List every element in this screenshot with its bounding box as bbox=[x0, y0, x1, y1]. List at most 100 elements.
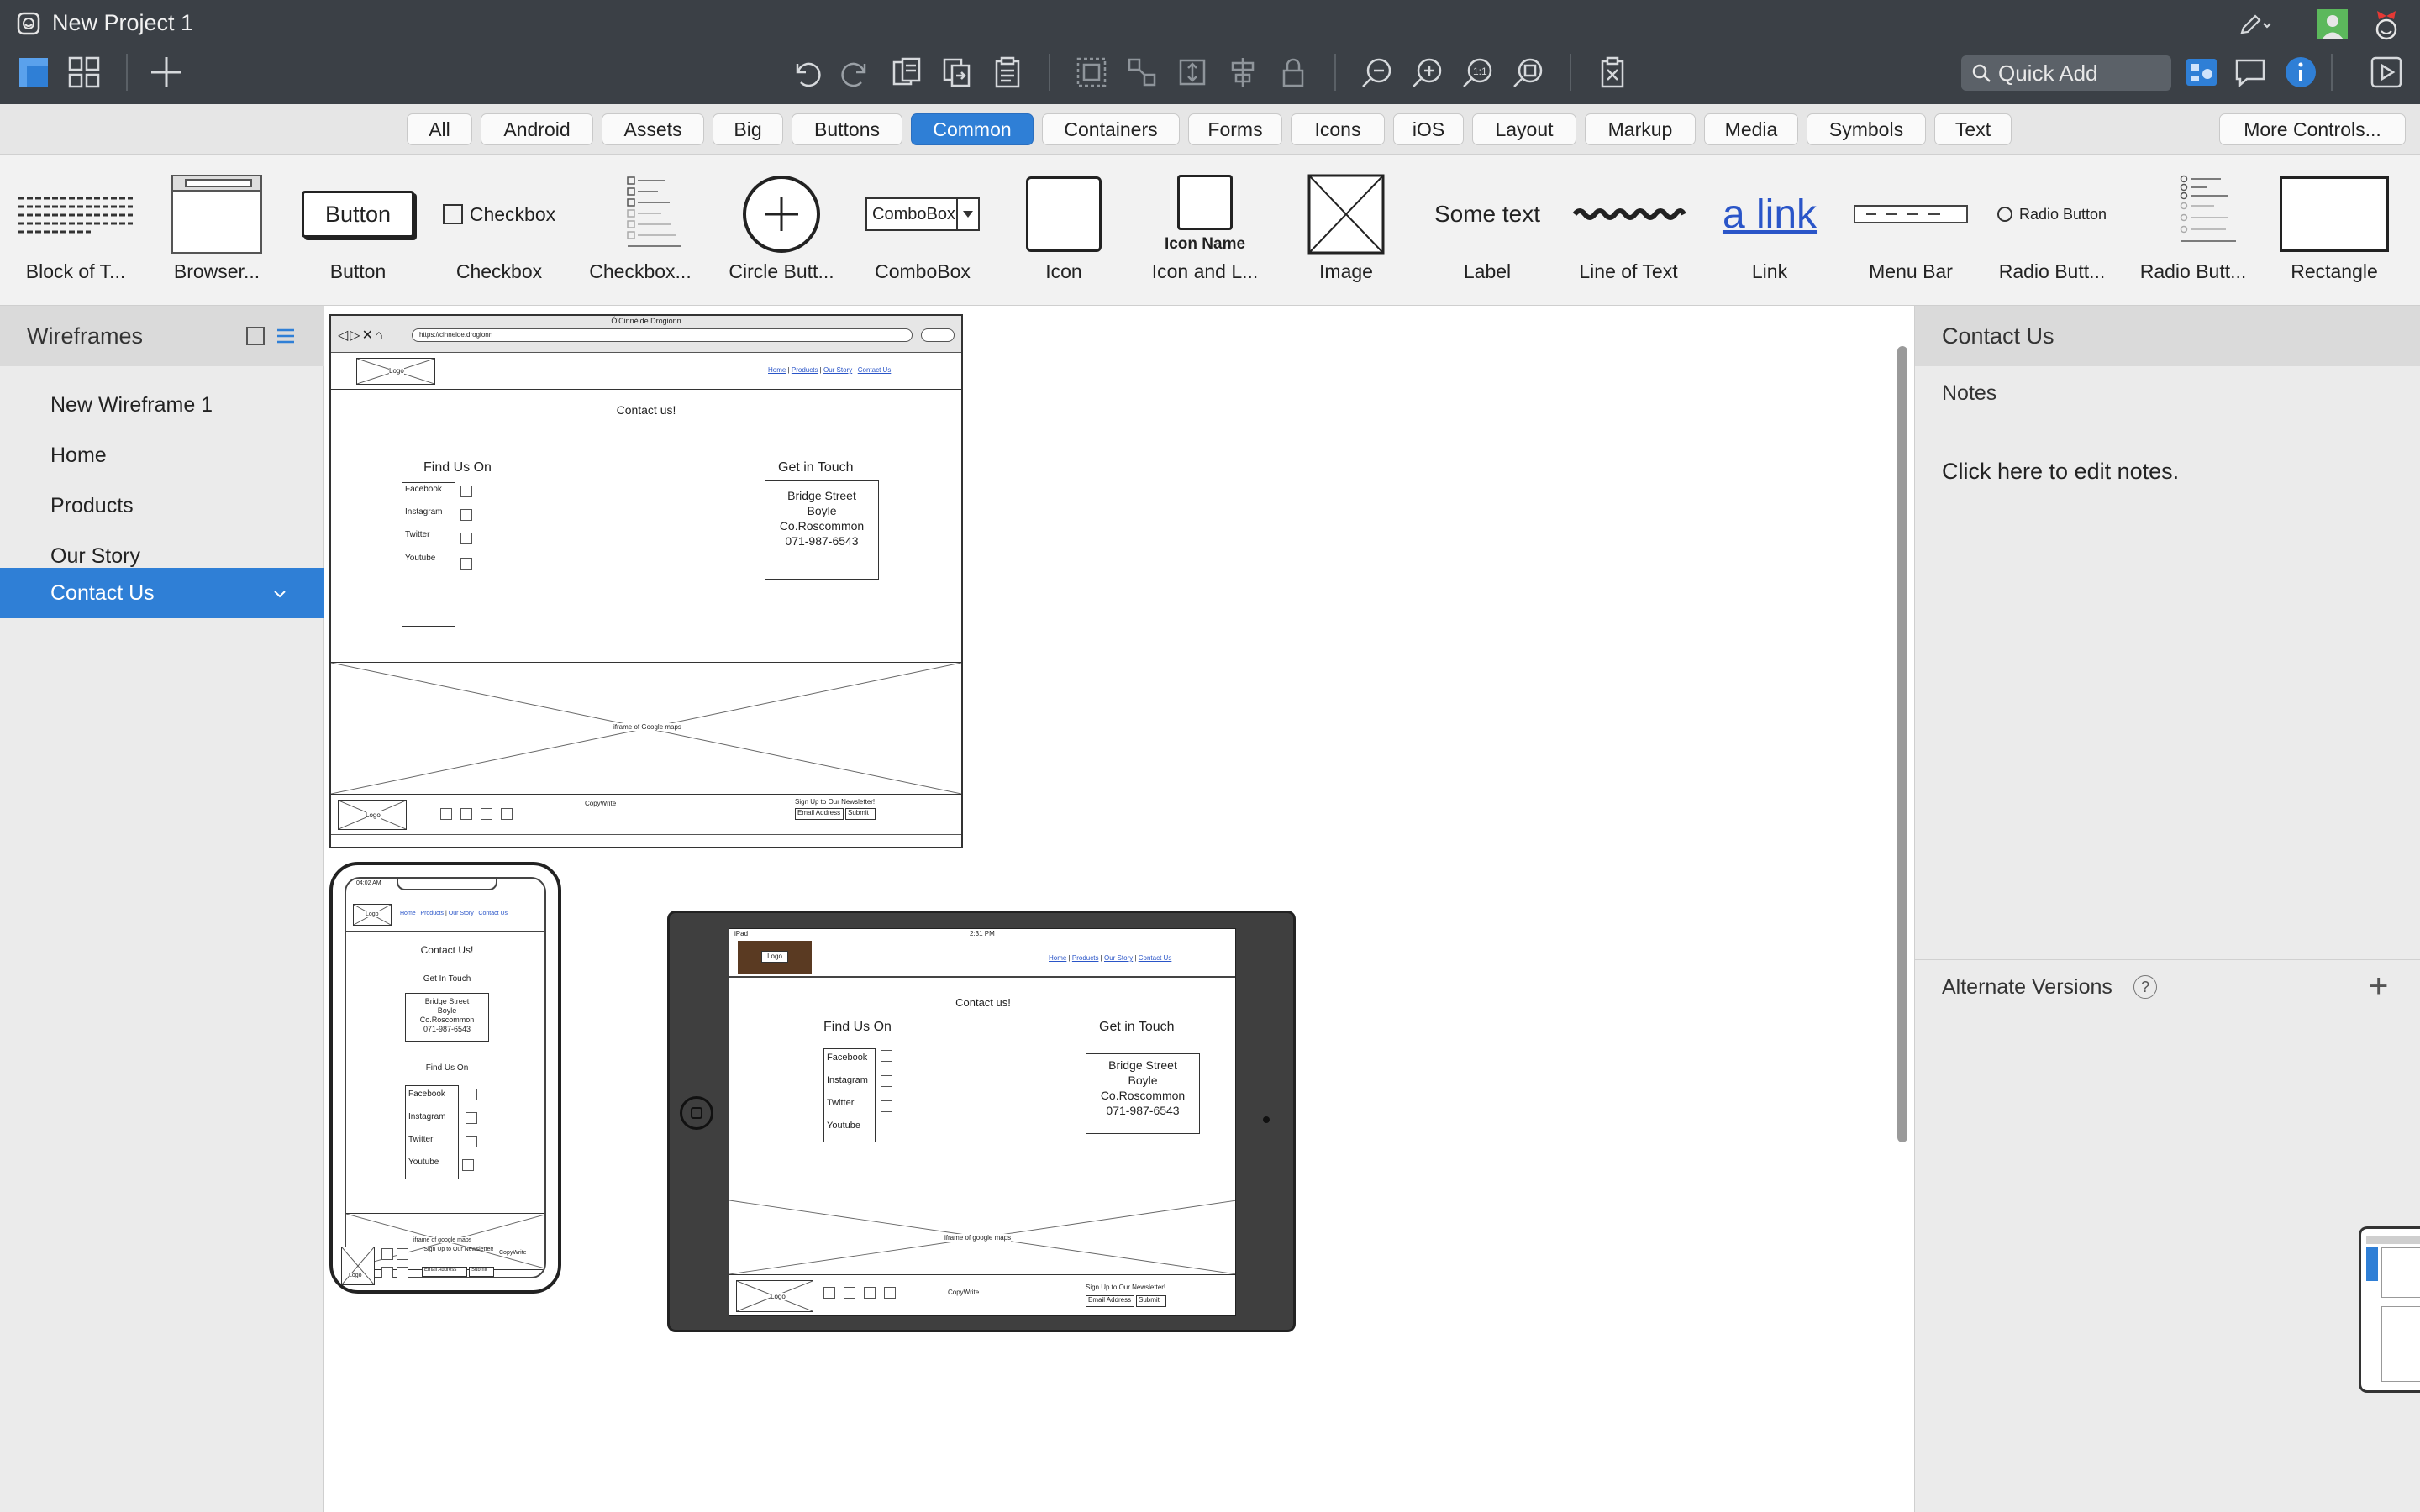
duplicate-icon[interactable] bbox=[939, 54, 975, 91]
add-wireframe-icon[interactable] bbox=[148, 54, 185, 91]
control-radio-button[interactable]: Radio Button Radio Butt... bbox=[1981, 155, 2123, 306]
zoom-fit-icon[interactable] bbox=[1511, 54, 1546, 91]
resize-icon[interactable] bbox=[1175, 54, 1210, 91]
redo-icon[interactable] bbox=[839, 54, 874, 91]
wireframe-item[interactable]: New Wireframe 1 bbox=[0, 380, 324, 430]
present-icon[interactable] bbox=[2368, 54, 2405, 91]
address-box: Bridge Street Boyle Co.Roscommon 071-987-65… bbox=[405, 993, 489, 1042]
copyright-text: CopyWrite bbox=[585, 800, 617, 807]
control-icon[interactable]: Icon bbox=[993, 155, 1134, 306]
chevron-down-icon[interactable] bbox=[271, 586, 289, 601]
wireframes-panel: Wireframes New Wireframe 1 Home Products… bbox=[0, 306, 324, 1512]
control-menu-bar[interactable]: Menu Bar bbox=[1840, 155, 1981, 306]
tab-layout[interactable]: Layout bbox=[1472, 113, 1576, 145]
zoom-in-icon[interactable] bbox=[1410, 54, 1445, 91]
control-label: Browser... bbox=[173, 260, 260, 282]
wireframe-item-selected[interactable]: Contact Us bbox=[0, 568, 324, 618]
wireframe-canvas[interactable]: Ó'Cinnéide Drogionn ◁▷✕⌂ https://cinneid… bbox=[324, 306, 1914, 1512]
ungroup-icon[interactable] bbox=[1124, 54, 1160, 91]
wireframe-item[interactable]: Products bbox=[0, 480, 324, 531]
more-controls-button[interactable]: More Controls... bbox=[2219, 113, 2406, 145]
desktop-browser-mockup[interactable]: Ó'Cinnéide Drogionn ◁▷✕⌂ https://cinneid… bbox=[329, 314, 963, 848]
tab-big[interactable]: Big bbox=[713, 113, 783, 145]
rectangle-icon bbox=[2267, 170, 2402, 259]
control-label: Rectangle bbox=[2291, 260, 2378, 282]
site-header: Logo Home | Products | Our Story | Conta… bbox=[331, 353, 961, 390]
submit-button: Submit bbox=[845, 808, 876, 820]
control-image[interactable]: Image bbox=[1276, 155, 1417, 306]
mockup-view-icon[interactable] bbox=[2183, 54, 2220, 91]
tab-markup[interactable]: Markup bbox=[1585, 113, 1696, 145]
group-icon[interactable] bbox=[1074, 54, 1109, 91]
control-checkbox-group[interactable]: Checkbox... bbox=[570, 155, 711, 306]
control-icon-and-label[interactable]: Icon Name Icon and L... bbox=[1134, 155, 1276, 306]
control-label: Icon and L... bbox=[1151, 260, 1259, 282]
panel-title: Wireframes bbox=[27, 323, 144, 349]
canvas-scrollbar[interactable] bbox=[1897, 346, 1907, 1142]
combobox-preview-text: ComboBox bbox=[872, 205, 955, 223]
add-version-icon[interactable]: + bbox=[2369, 969, 2388, 1003]
control-block-of-text[interactable]: Block of T... bbox=[5, 155, 146, 306]
control-browser-window[interactable]: Browser... bbox=[146, 155, 287, 306]
menu-bar-icon bbox=[1844, 170, 1978, 259]
alternate-versions-label: Alternate Versions bbox=[1942, 975, 2112, 999]
tab-buttons[interactable]: Buttons bbox=[792, 113, 902, 145]
paste-icon[interactable] bbox=[990, 54, 1025, 91]
control-label: Image bbox=[1319, 260, 1373, 282]
tab-ios[interactable]: iOS bbox=[1393, 113, 1464, 145]
info-icon[interactable] bbox=[2282, 54, 2319, 91]
control-radio-group[interactable]: Radio Butt... bbox=[2123, 155, 2264, 306]
align-icon[interactable] bbox=[1225, 54, 1260, 91]
control-combobox[interactable]: ComboBox ComboBox bbox=[852, 155, 993, 306]
control-checkbox[interactable]: Checkbox Checkbox bbox=[429, 155, 570, 306]
tab-common[interactable]: Common bbox=[911, 113, 1034, 145]
lock-icon[interactable] bbox=[1276, 54, 1311, 91]
control-line-of-text[interactable]: Line of Text bbox=[1558, 155, 1699, 306]
icon-name-preview: Icon Name bbox=[1164, 235, 1246, 253]
tab-assets[interactable]: Assets bbox=[602, 113, 704, 145]
search-icon bbox=[1971, 63, 1991, 89]
control-button[interactable]: Button Button bbox=[287, 155, 429, 306]
browser-url-bar: https://cinneide.drogionn bbox=[412, 328, 913, 342]
notes-field[interactable]: Click here to edit notes. bbox=[1942, 459, 2179, 485]
tab-containers[interactable]: Containers bbox=[1042, 113, 1180, 145]
control-rectangle[interactable]: Rectangle bbox=[2264, 155, 2405, 306]
tab-media[interactable]: Media bbox=[1704, 113, 1798, 145]
browser-nav-icons: ◁▷✕⌂ bbox=[338, 328, 385, 343]
grid-view-icon[interactable] bbox=[66, 54, 103, 91]
gift-mascot-icon[interactable] bbox=[2368, 5, 2405, 42]
wireframe-item[interactable]: Home bbox=[0, 430, 324, 480]
browser-title: Ó'Cinnéide Drogionn bbox=[611, 317, 681, 325]
tab-text[interactable]: Text bbox=[1934, 113, 2012, 145]
control-label: Label bbox=[1463, 260, 1512, 282]
tab-forms[interactable]: Forms bbox=[1188, 113, 1282, 145]
single-view-icon[interactable] bbox=[15, 54, 52, 91]
tab-symbols[interactable]: Symbols bbox=[1807, 113, 1926, 145]
zoom-out-icon[interactable] bbox=[1360, 54, 1395, 91]
undo-icon[interactable] bbox=[788, 54, 823, 91]
navigator-thumbnail[interactable] bbox=[2359, 1226, 2420, 1393]
actual-size-icon[interactable]: 1:1 bbox=[1460, 54, 1496, 91]
tab-all[interactable]: All bbox=[407, 113, 472, 145]
user-avatar-icon[interactable] bbox=[2316, 8, 2349, 40]
checkbox-icon bbox=[442, 204, 463, 224]
quick-add-input[interactable]: Quick Add bbox=[1961, 55, 2171, 91]
comments-icon[interactable] bbox=[2232, 54, 2269, 91]
control-link[interactable]: a link Link bbox=[1699, 155, 1840, 306]
delete-icon[interactable] bbox=[1595, 54, 1630, 91]
thumbnail-view-icon[interactable] bbox=[244, 324, 267, 348]
control-label: Menu Bar bbox=[1869, 260, 1953, 282]
edit-pencil-icon[interactable] bbox=[2238, 12, 2272, 39]
list-view-icon[interactable] bbox=[274, 324, 297, 348]
control-label: Circle Butt... bbox=[729, 260, 834, 282]
tab-android[interactable]: Android bbox=[481, 113, 593, 145]
control-label[interactable]: Some text Label bbox=[1417, 155, 1558, 306]
logo-placeholder: Logo bbox=[353, 904, 392, 926]
social-checkbox bbox=[460, 486, 472, 497]
help-icon[interactable]: ? bbox=[2133, 975, 2157, 999]
copy-icon[interactable] bbox=[889, 54, 924, 91]
tablet-mockup[interactable]: iPad 2:31 PM Logo Home | Products | Our … bbox=[667, 911, 1296, 1332]
phone-mockup[interactable]: 04:02 AM Logo Home | Products | Our Stor… bbox=[329, 862, 561, 1294]
tab-icons[interactable]: Icons bbox=[1291, 113, 1385, 145]
control-circle-button[interactable]: Circle Butt... bbox=[711, 155, 852, 306]
